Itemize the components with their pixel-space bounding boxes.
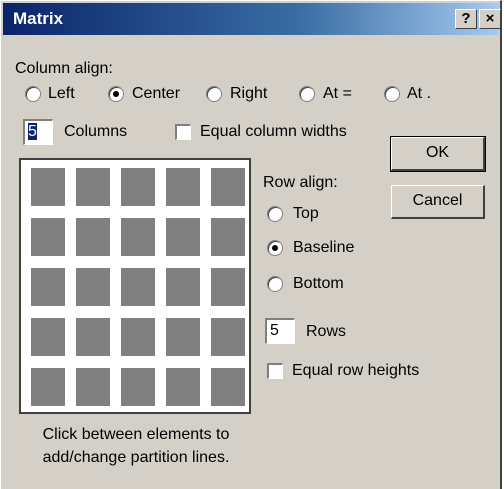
column-align-left-radio[interactable] (25, 86, 41, 102)
matrix-preview-grid[interactable] (19, 158, 251, 414)
matrix-cell (31, 368, 65, 406)
matrix-cell (166, 318, 200, 356)
matrix-cell (166, 368, 200, 406)
matrix-cell (31, 318, 65, 356)
ok-button[interactable]: OK (390, 136, 486, 172)
matrix-cell (211, 218, 245, 256)
column-align-at-period-label: At . (407, 85, 432, 102)
columns-label: Columns (64, 123, 128, 140)
row-align-top-label: Top (293, 205, 319, 222)
matrix-cell (76, 168, 110, 206)
matrix-cell (76, 318, 110, 356)
row-align-bottom-label: Bottom (293, 275, 344, 292)
equal-column-widths-checkbox[interactable] (175, 124, 191, 140)
cancel-button-label: Cancel (412, 192, 463, 209)
window-title: Matrix (13, 9, 64, 28)
columns-value: 5 (28, 123, 37, 140)
column-align-right-label: Right (230, 85, 268, 102)
partition-hint-text: Click between elements to add/change par… (42, 426, 230, 466)
equal-row-heights-checkbox[interactable] (267, 363, 283, 379)
matrix-cell (31, 218, 65, 256)
matrix-cell (211, 168, 245, 206)
rows-input[interactable]: 5 (265, 318, 295, 344)
matrix-dialog: Matrix ? × Column align: Left Center Rig… (0, 0, 502, 489)
matrix-cell (76, 268, 110, 306)
rows-value: 5 (270, 322, 279, 339)
column-align-center-label: Center (132, 85, 181, 102)
column-align-at-equals-label: At = (323, 85, 352, 102)
close-icon: × (485, 10, 495, 27)
matrix-cell (121, 168, 155, 206)
column-align-at-equals-radio[interactable] (299, 86, 315, 102)
row-align-baseline-radio[interactable] (267, 240, 283, 256)
matrix-cell (166, 168, 200, 206)
matrix-cell (211, 268, 245, 306)
row-align-baseline-label: Baseline (293, 239, 355, 256)
equal-row-heights-label: Equal row heights (292, 362, 420, 379)
rows-label: Rows (306, 323, 347, 340)
equal-column-widths-label: Equal column widths (200, 123, 347, 140)
column-align-right-radio[interactable] (206, 86, 222, 102)
columns-input[interactable]: 5 (23, 119, 53, 145)
ok-button-label: OK (425, 144, 450, 161)
title-bar: Matrix ? × (3, 3, 501, 35)
matrix-cell (31, 168, 65, 206)
matrix-cell (121, 368, 155, 406)
column-align-at-period-radio[interactable] (384, 86, 400, 102)
matrix-cell (211, 368, 245, 406)
column-align-center-radio[interactable] (108, 86, 124, 102)
help-button[interactable]: ? (455, 9, 477, 29)
matrix-cell (121, 268, 155, 306)
matrix-cell (121, 218, 155, 256)
matrix-cell (76, 218, 110, 256)
matrix-cell (166, 268, 200, 306)
column-align-left-label: Left (48, 85, 75, 102)
matrix-cell (31, 268, 65, 306)
row-align-bottom-radio[interactable] (267, 276, 283, 292)
matrix-cell (76, 368, 110, 406)
row-align-top-radio[interactable] (267, 206, 283, 222)
close-button[interactable]: × (479, 9, 501, 29)
matrix-cell (211, 318, 245, 356)
column-align-label: Column align: (15, 60, 113, 77)
matrix-cell (121, 318, 155, 356)
row-align-label: Row align: (263, 174, 338, 191)
matrix-cell (166, 218, 200, 256)
help-icon: ? (461, 10, 471, 27)
cancel-button[interactable]: Cancel (391, 185, 485, 219)
